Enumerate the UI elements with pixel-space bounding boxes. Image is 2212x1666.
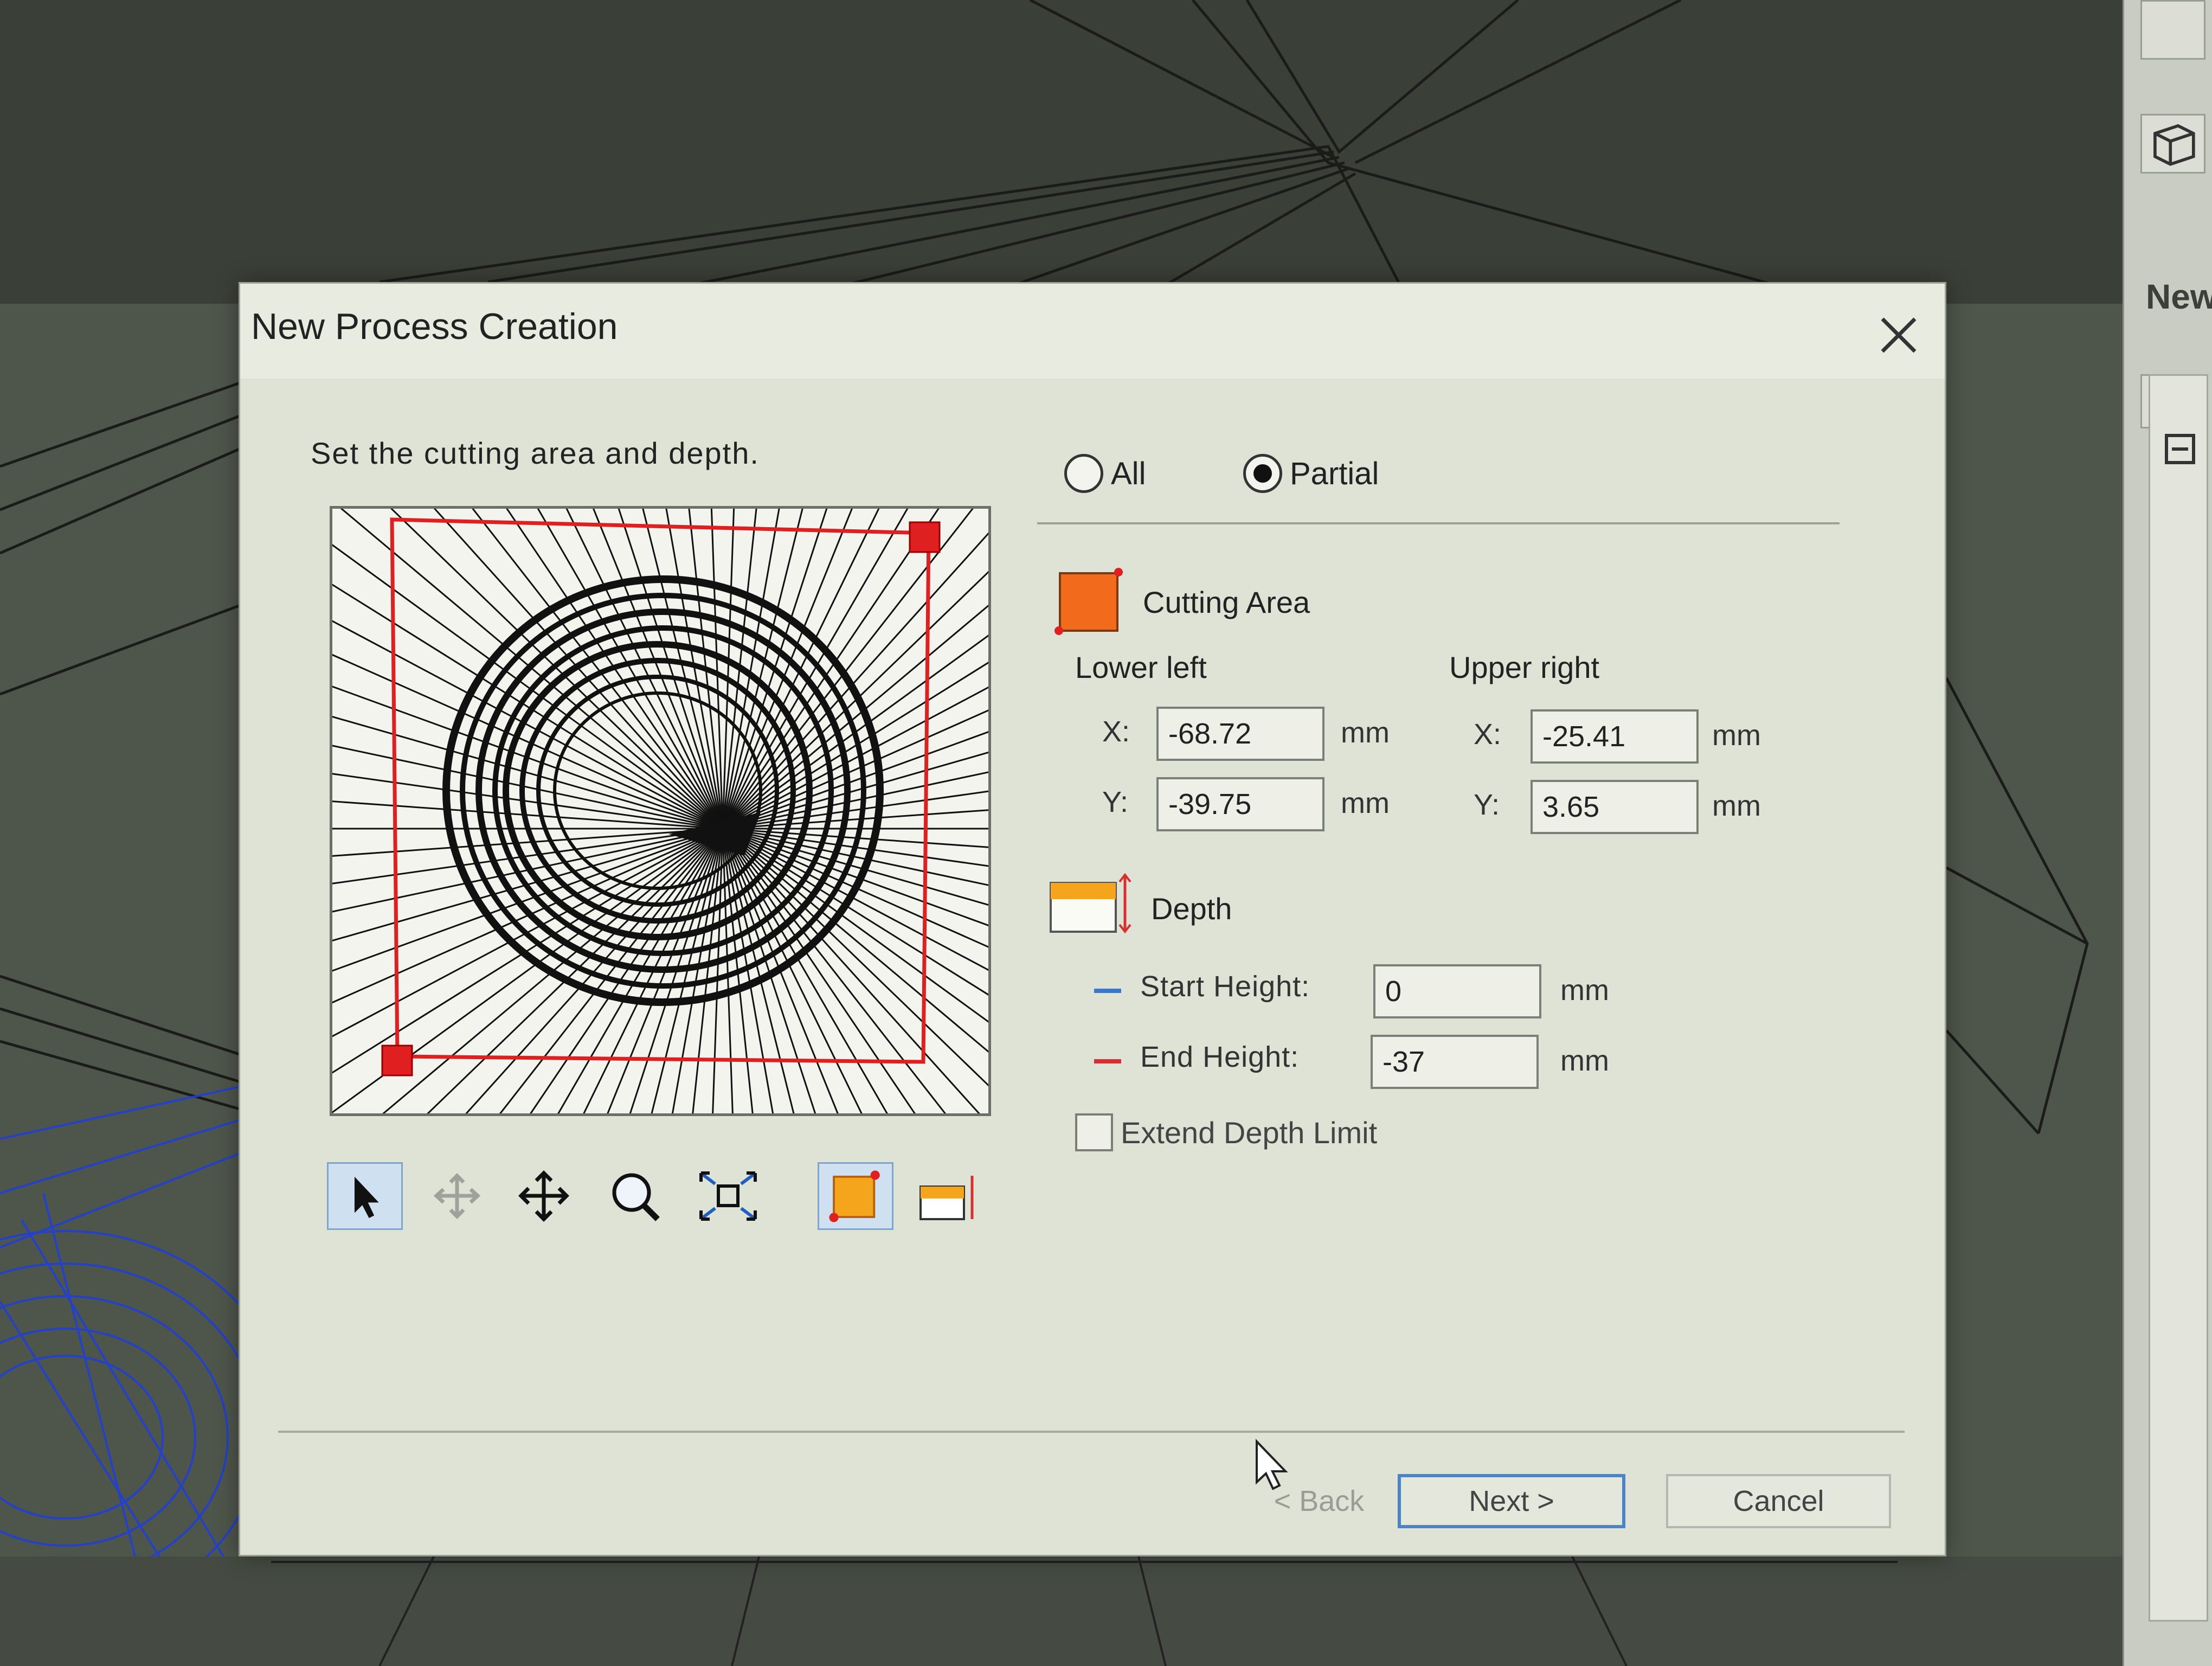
cube-icon — [2153, 124, 2195, 166]
cutting-area-section-icon — [1054, 568, 1123, 635]
close-button[interactable] — [1874, 311, 1923, 360]
separator — [1037, 522, 1840, 524]
radio-partial-circle[interactable] — [1243, 454, 1282, 493]
upper-right-x-unit: mm — [1712, 719, 1761, 752]
back-button: < Back — [1274, 1485, 1365, 1517]
upper-right-y-label: Y: — [1474, 789, 1500, 821]
upper-right-y-unit: mm — [1712, 790, 1761, 822]
cutting-area-label: Cutting Area — [1143, 585, 1310, 619]
cutting-area-tool-button[interactable] — [818, 1162, 893, 1230]
instruction-text: Set the cutting area and depth. — [311, 436, 760, 470]
depth-label: Depth — [1151, 892, 1232, 926]
extend-depth-limit-box[interactable] — [1075, 1113, 1113, 1151]
lower-left-y-unit: mm — [1341, 787, 1390, 819]
start-height-unit: mm — [1560, 974, 1609, 1007]
zoom-tool-button[interactable] — [598, 1162, 674, 1230]
extend-depth-limit-checkbox[interactable]: Extend Depth Limit — [1075, 1113, 1377, 1151]
extend-depth-limit-label: Extend Depth Limit — [1121, 1115, 1378, 1150]
end-height-unit: mm — [1560, 1045, 1609, 1077]
start-height-marker — [1094, 989, 1121, 993]
depth-section-icon — [1050, 873, 1131, 934]
fit-view-button[interactable] — [690, 1162, 766, 1230]
pan-tool-button — [419, 1162, 495, 1230]
upper-right-x-label: X: — [1474, 718, 1502, 751]
radio-all-label: All — [1111, 456, 1146, 491]
lower-left-x-unit: mm — [1341, 716, 1390, 749]
close-icon — [1881, 317, 1917, 353]
select-arrow-icon — [354, 1176, 379, 1218]
start-height-label: Start Height: — [1140, 970, 1310, 1003]
side-tool-button[interactable] — [2140, 0, 2205, 60]
end-height-field[interactable] — [1371, 1035, 1539, 1089]
pan-disabled-icon — [433, 1173, 481, 1219]
footer-separator — [278, 1431, 1905, 1433]
lower-left-x-label: X: — [1102, 715, 1130, 748]
lower-left-x-field[interactable] — [1156, 707, 1324, 761]
dialog-title: New Process Creation — [251, 306, 618, 347]
radio-all[interactable]: All — [1064, 449, 1146, 498]
move-icon — [518, 1170, 569, 1222]
preview-toolbar — [327, 1162, 1010, 1233]
depth-tool-button[interactable] — [910, 1162, 986, 1230]
depth-icon — [919, 1176, 974, 1220]
new-process-creation-dialog: New Process Creation Set the cutting are… — [239, 282, 1946, 1556]
end-height-label: End Height: — [1140, 1041, 1300, 1073]
app-side-panel: New — [2123, 0, 2212, 1666]
lower-left-label: Lower left — [1075, 650, 1207, 684]
3d-view-button[interactable] — [2140, 114, 2205, 174]
side-panel-label: New — [2146, 277, 2212, 316]
radio-partial-label: Partial — [1290, 456, 1379, 491]
fit-view-icon — [699, 1171, 757, 1221]
mouse-cursor-icon — [1256, 1439, 1288, 1490]
toolpath-preview-graphic — [332, 509, 988, 1113]
collapse-icon[interactable] — [2150, 419, 2210, 479]
tree-panel — [2149, 374, 2208, 1622]
lower-left-y-label: Y: — [1102, 786, 1129, 818]
start-height-field[interactable] — [1373, 964, 1541, 1018]
end-height-marker — [1094, 1059, 1121, 1063]
move-tool-button[interactable] — [506, 1162, 582, 1230]
zoom-icon — [612, 1173, 660, 1221]
dialog-titlebar: New Process Creation — [240, 284, 1945, 379]
upper-right-y-field[interactable] — [1531, 780, 1699, 834]
radio-partial[interactable]: Partial — [1243, 449, 1379, 498]
upper-right-label: Upper right — [1449, 650, 1600, 684]
lower-left-y-field[interactable] — [1156, 777, 1324, 831]
radio-all-circle[interactable] — [1064, 454, 1103, 493]
select-tool-button[interactable] — [327, 1162, 403, 1230]
cutting-area-icon — [829, 1170, 880, 1222]
model-preview[interactable] — [330, 506, 991, 1116]
next-button[interactable]: Next > — [1398, 1474, 1625, 1528]
cancel-button[interactable]: Cancel — [1666, 1474, 1891, 1528]
upper-right-x-field[interactable] — [1531, 709, 1699, 764]
